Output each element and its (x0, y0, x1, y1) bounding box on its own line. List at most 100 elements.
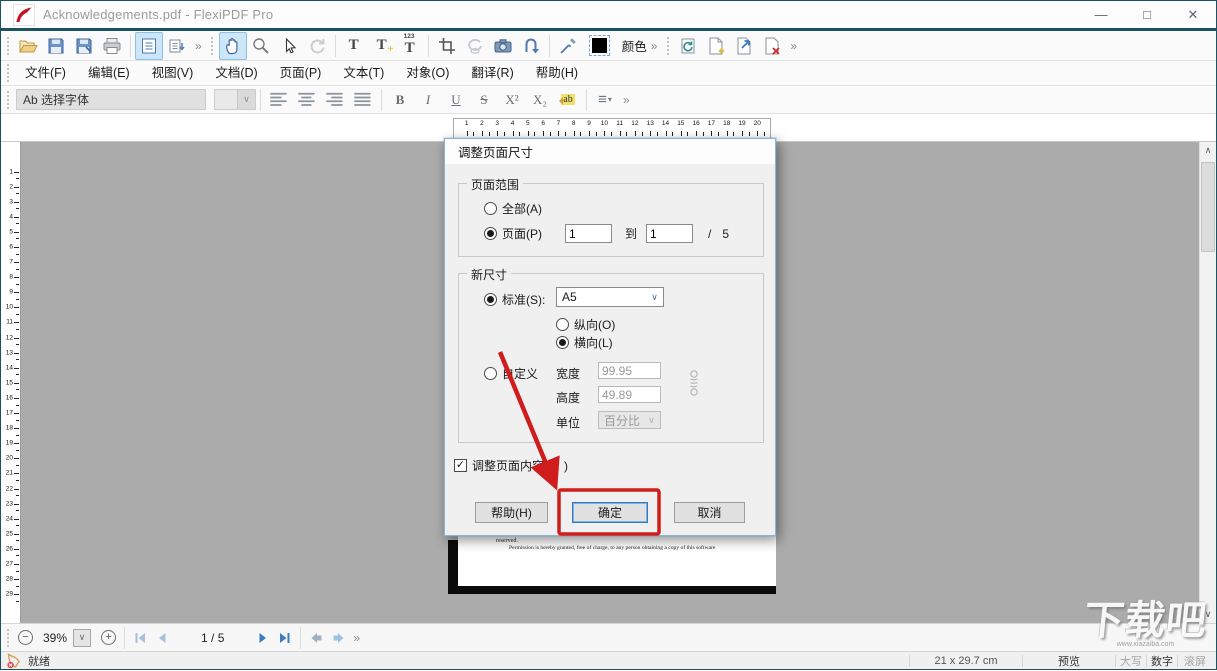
bold-button[interactable]: B (386, 86, 414, 114)
hand-tool-button[interactable] (219, 32, 247, 60)
last-page-button[interactable] (274, 627, 296, 649)
align-justify-button[interactable] (349, 86, 377, 114)
resize-content-checkbox[interactable]: ✓ (454, 459, 467, 472)
print-button[interactable] (98, 32, 126, 60)
previous-page-button[interactable] (151, 627, 173, 649)
maximize-button[interactable]: □ (1124, 1, 1170, 28)
v-ruler-unit: 13 (1, 345, 20, 360)
underline-button[interactable]: U (442, 86, 470, 114)
menu-edit[interactable]: 编辑(E) (77, 61, 141, 86)
superscript-button[interactable]: X² (498, 86, 526, 114)
to-page-input[interactable] (646, 224, 693, 243)
edit-text-button[interactable]: T (340, 32, 368, 60)
align-right-button[interactable] (321, 86, 349, 114)
menu-document[interactable]: 文档(D) (204, 61, 268, 86)
custom-size-radio[interactable] (484, 367, 497, 380)
portrait-radio[interactable] (556, 318, 569, 331)
ok-button[interactable]: 确定 (572, 502, 648, 523)
zoom-tool-button[interactable] (247, 32, 275, 60)
toolbar-grip[interactable] (4, 628, 11, 648)
close-button[interactable]: ✕ (1170, 1, 1216, 28)
rotate-object-button[interactable] (461, 32, 489, 60)
rotate-page-button[interactable] (674, 32, 702, 60)
scroll-up-arrow[interactable]: ∧ (1200, 142, 1216, 159)
forward-view-button[interactable] (327, 627, 349, 649)
delete-page-button[interactable] (758, 32, 786, 60)
first-page-button[interactable] (129, 627, 151, 649)
font-selector[interactable]: Ab 选择字体 (16, 89, 206, 110)
menu-view[interactable]: 视图(V) (141, 61, 205, 86)
toolbar-overflow[interactable]: » (349, 631, 364, 645)
window-title: Acknowledgements.pdf - FlexiPDF Pro (43, 7, 273, 22)
all-pages-radio[interactable] (484, 202, 497, 215)
toolbar-grip[interactable] (664, 36, 671, 56)
toolbar-overflow[interactable]: » (619, 93, 634, 107)
back-view-button[interactable] (305, 627, 327, 649)
continuous-view-button[interactable] (163, 32, 191, 60)
add-text-button[interactable]: T+ (368, 32, 396, 60)
open-button[interactable] (14, 32, 42, 60)
align-center-button[interactable] (293, 86, 321, 114)
zoom-in-button[interactable]: + (101, 630, 116, 645)
chevron-down-icon[interactable]: ∨ (237, 90, 255, 109)
toolbar-grip[interactable] (4, 63, 11, 83)
italic-button[interactable]: I (414, 86, 442, 114)
eyedropper-button[interactable] (554, 32, 582, 60)
menu-file[interactable]: 文件(F) (14, 61, 77, 86)
menu-bar: 文件(F) 编辑(E) 视图(V) 文档(D) 页面(P) 文本(T) 对象(O… (1, 61, 1216, 86)
toolbar-grip[interactable] (4, 36, 11, 56)
menu-translate[interactable]: 翻译(R) (460, 61, 524, 86)
standard-size-select[interactable]: A5 ∨ (556, 287, 664, 307)
subscript-button[interactable]: X₂ (526, 86, 554, 114)
save-button[interactable] (42, 32, 70, 60)
snapshot-button[interactable] (489, 32, 517, 60)
status-bar: 就绪 21 x 29.7 cm 预览 大写 数字 滚屏 (1, 651, 1216, 669)
menu-object[interactable]: 对象(O) (395, 61, 460, 86)
zoom-out-button[interactable]: − (18, 630, 33, 645)
rotate-object-icon (465, 36, 485, 56)
next-page-button[interactable] (252, 627, 274, 649)
slash-label: / (708, 227, 711, 241)
toolbar-overflow[interactable]: » (786, 39, 801, 53)
menu-text[interactable]: 文本(T) (332, 61, 395, 86)
undo-button[interactable] (303, 32, 331, 60)
page-range-radio[interactable] (484, 227, 497, 240)
numbering-button[interactable]: T123 (396, 32, 424, 60)
menu-help[interactable]: 帮助(H) (525, 61, 589, 86)
extract-page-button[interactable] (730, 32, 758, 60)
toolbar-overflow[interactable]: » (647, 39, 662, 53)
align-left-button[interactable] (265, 86, 293, 114)
zoom-preset-dropdown[interactable]: ∨ (73, 629, 91, 647)
status-preview[interactable]: 预览 (1023, 653, 1115, 669)
color-swatch-button[interactable] (586, 32, 614, 60)
font-size-combo[interactable]: ∨ (214, 89, 256, 110)
standard-size-radio[interactable] (484, 293, 497, 306)
cancel-button[interactable]: 取消 (674, 502, 745, 523)
toolbar-grip[interactable] (4, 90, 11, 110)
toolbar-overflow[interactable]: » (191, 39, 206, 53)
save-as-button[interactable] (70, 32, 98, 60)
v-ruler-unit: 27 (1, 556, 20, 571)
insert-page-button[interactable] (702, 32, 730, 60)
from-page-input[interactable] (565, 224, 612, 243)
vertical-scrollbar[interactable]: ∧ ∨ (1199, 142, 1216, 623)
toolbar-separator (381, 89, 382, 111)
toolbar-separator (260, 89, 261, 111)
unit-label: 单位 (556, 414, 580, 431)
toolbar-grip[interactable] (209, 36, 216, 56)
single-page-view-icon (139, 36, 159, 56)
reflow-button[interactable] (517, 32, 545, 60)
minimize-button[interactable]: — (1078, 1, 1124, 28)
scroll-down-arrow[interactable]: ∨ (1200, 606, 1216, 623)
text-tool-icon: T (349, 38, 359, 53)
strikethrough-button[interactable]: S (470, 86, 498, 114)
scrollbar-thumb[interactable] (1201, 162, 1215, 252)
select-tool-button[interactable] (275, 32, 303, 60)
highlight-button[interactable]: ab (554, 86, 582, 114)
line-style-button[interactable]: ≡▾ (591, 86, 619, 114)
single-page-view-button[interactable] (135, 32, 163, 60)
help-button[interactable]: 帮助(H) (475, 502, 548, 523)
menu-page[interactable]: 页面(P) (269, 61, 333, 86)
landscape-radio[interactable] (556, 336, 569, 349)
crop-button[interactable] (433, 32, 461, 60)
